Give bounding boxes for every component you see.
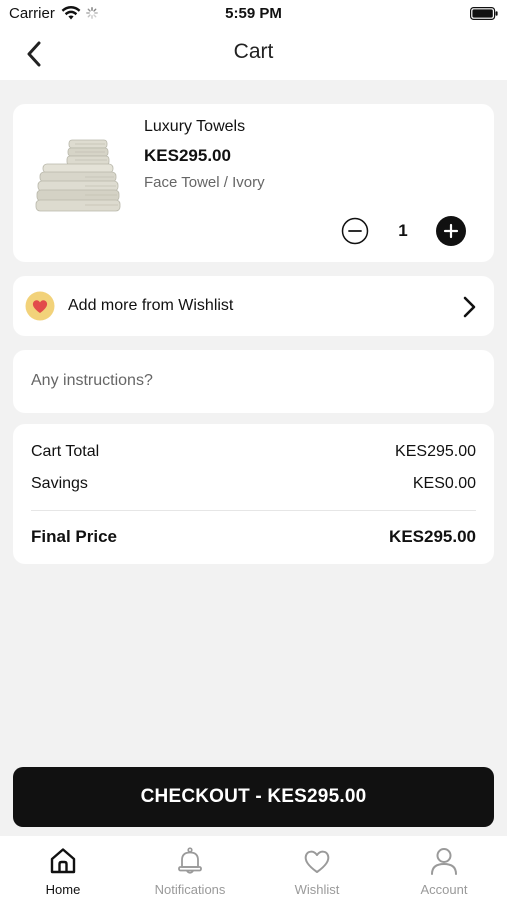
product-price: KES295.00 [144, 146, 231, 165]
tab-account[interactable]: Account [381, 836, 507, 900]
person-icon [431, 848, 457, 875]
tab-home-label: Home [45, 882, 81, 897]
quantity-value: 1 [398, 221, 408, 240]
status-bar: Carrier 5:59 PM [0, 0, 507, 28]
savings-row: Savings KES0.00 [31, 475, 476, 493]
wishlist-link-label: Add more from Wishlist [68, 297, 234, 314]
tab-bar: Home Notifications Wishlist Account [0, 836, 507, 900]
cart-total-label: Cart Total [31, 443, 100, 460]
heart-outline-icon [304, 850, 330, 873]
instructions-card [13, 350, 494, 413]
tab-wishlist-label: Wishlist [294, 882, 340, 897]
quantity-decrease-button[interactable] [341, 217, 369, 245]
tab-notifications-label: Notifications [154, 882, 226, 897]
order-summary-card: Cart Total KES295.00 Savings KES0.00 Fin… [13, 424, 494, 564]
home-icon [50, 848, 76, 874]
cart-total-row: Cart Total KES295.00 [31, 443, 476, 461]
cart-total-value: KES295.00 [395, 443, 476, 460]
clock: 5:59 PM [225, 5, 282, 22]
final-price-row: Final Price KES295.00 [31, 527, 476, 547]
tab-wishlist[interactable]: Wishlist [254, 836, 380, 900]
chevron-right-icon [463, 296, 476, 318]
final-price-value: KES295.00 [389, 527, 476, 546]
battery-icon [470, 7, 498, 20]
product-variant: Face Towel / Ivory [144, 174, 265, 191]
savings-label: Savings [31, 475, 88, 492]
cart-item-card: Luxury Towels KES295.00 Face Towel / Ivo… [13, 104, 494, 262]
savings-value: KES0.00 [412, 475, 476, 492]
checkout-button[interactable]: CHECKOUT - KES295.00 [13, 767, 494, 827]
nav-bar: Cart [0, 28, 507, 80]
quantity-increase-button[interactable] [436, 216, 466, 246]
page-title: Cart [233, 40, 274, 63]
final-price-label: Final Price [31, 527, 117, 546]
heart-icon [25, 291, 55, 321]
instructions-input[interactable] [19, 358, 487, 404]
tab-account-label: Account [420, 882, 468, 897]
tab-notifications[interactable]: Notifications [127, 836, 253, 900]
product-name[interactable]: Luxury Towels [144, 118, 245, 136]
towel-stack-image[interactable] [35, 122, 135, 218]
bell-icon [178, 847, 202, 874]
tab-home[interactable]: Home [0, 836, 126, 900]
divider [31, 510, 476, 511]
add-from-wishlist-row[interactable]: Add more from Wishlist [13, 276, 494, 336]
